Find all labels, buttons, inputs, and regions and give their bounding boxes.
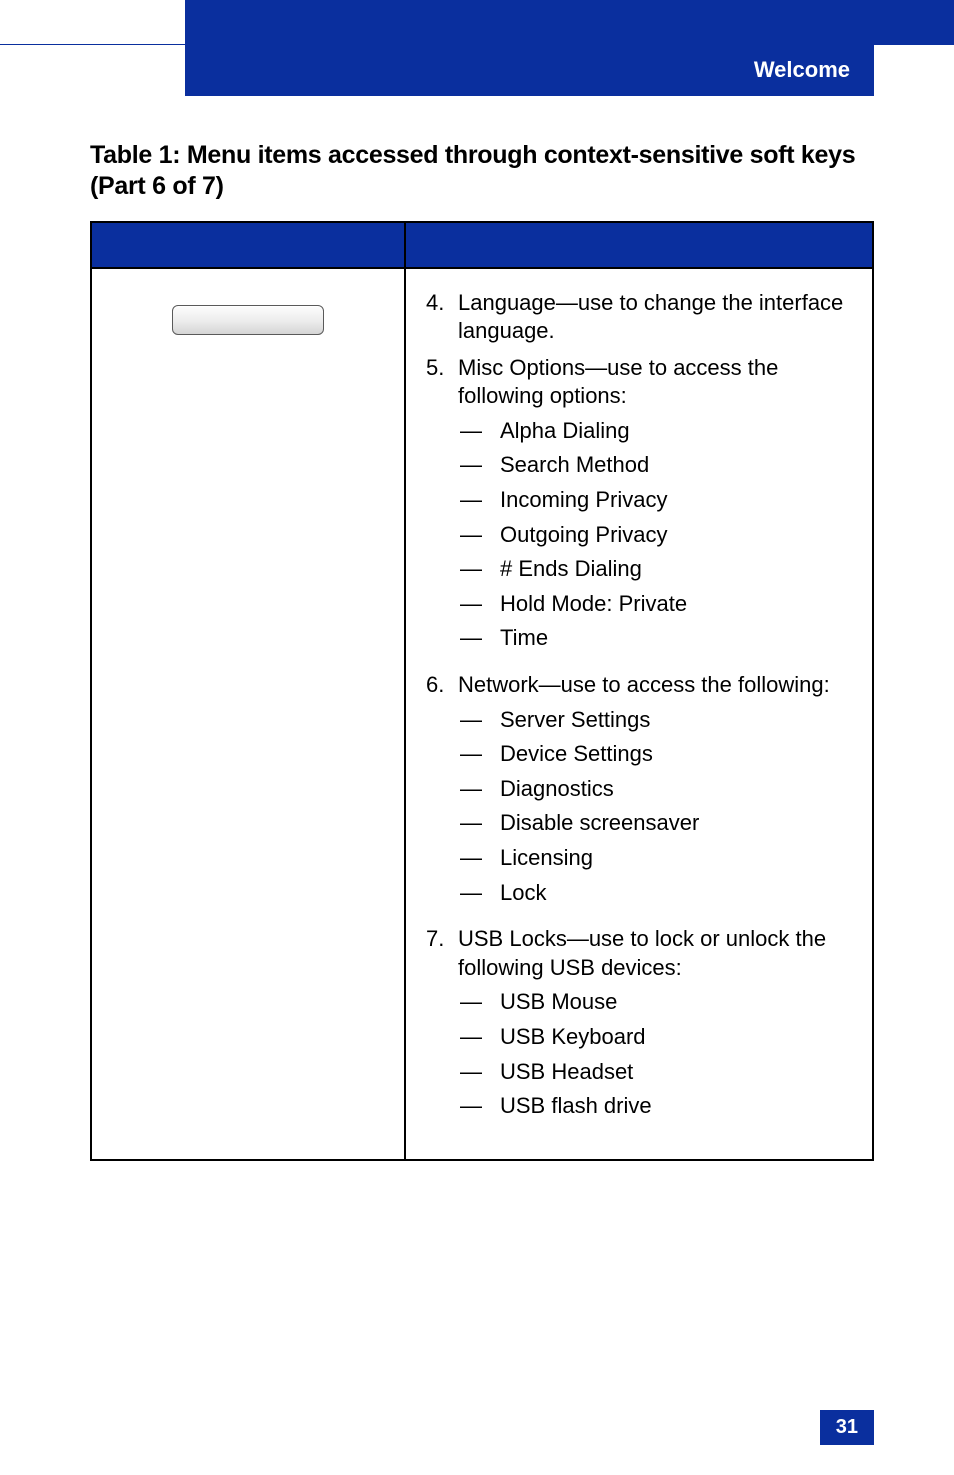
softkey-button-icon [172,305,324,335]
dash-icon: — [460,1092,500,1121]
table-cell-right: 4. Language—use to change the interface … [405,268,873,1160]
sub-list-item: —USB Keyboard [458,1023,854,1052]
dash-icon: — [460,521,500,550]
table-header-right [405,222,873,268]
sub-list-item: —USB Mouse [458,988,854,1017]
menu-item-list: 4. Language—use to change the interface … [406,289,854,1131]
sub-item-text: Disable screensaver [500,809,699,838]
page-number: 31 [820,1410,874,1445]
list-body: Network—use to access the following: —Se… [458,671,854,917]
list-text: USB Locks—use to lock or unlock the foll… [458,926,826,980]
list-text: Misc Options—use to access the following… [458,355,778,409]
sub-item-text: Alpha Dialing [500,417,630,446]
sub-list-item: —Licensing [458,844,854,873]
sub-list-item: —USB Headset [458,1058,854,1087]
sub-list-item: —Time [458,624,854,653]
page-number-value: 31 [836,1416,858,1438]
dash-icon: — [460,844,500,873]
dash-icon: — [460,1023,500,1052]
sub-list-item: —Outgoing Privacy [458,521,854,550]
sub-item-text: Lock [500,879,546,908]
sub-list-item: —Search Method [458,451,854,480]
sub-list-item: —# Ends Dialing [458,555,854,584]
top-band-cutout [0,0,185,44]
table-header-left [91,222,405,268]
sub-item-text: Incoming Privacy [500,486,668,515]
sub-list-item: —Device Settings [458,740,854,769]
dash-icon: — [460,706,500,735]
section-header: Welcome [185,44,874,96]
sub-item-text: Outgoing Privacy [500,521,668,550]
sub-list-item: — Disable screensaver [458,809,854,838]
dash-icon: — [460,417,500,446]
sub-list: —Alpha Dialing —Search Method —Incoming … [458,417,854,653]
list-item: 4. Language—use to change the interface … [406,289,854,346]
cell-content: 4. Language—use to change the interface … [406,269,872,1159]
sub-item-text: USB flash drive [500,1092,652,1121]
list-item: 7. USB Locks—use to lock or unlock the f… [406,925,854,1131]
sub-item-text: USB Keyboard [500,1023,646,1052]
sub-list-item: —Lock [458,879,854,908]
sub-item-text: Time [500,624,548,653]
sub-item-text: Server Settings [500,706,650,735]
list-number: 7. [426,925,458,1131]
sub-item-text: Licensing [500,844,593,873]
list-number: 5. [426,354,458,663]
sub-item-text: Diagnostics [500,775,614,804]
dash-icon: — [460,590,500,619]
list-text: Language—use to change the interface lan… [458,289,854,346]
sub-item-text: # Ends Dialing [500,555,642,584]
list-number: 4. [426,289,458,346]
sub-item-text: Device Settings [500,740,653,769]
dash-icon: — [460,988,500,1017]
list-body: Misc Options—use to access the following… [458,354,854,663]
sub-list-item: —Diagnostics [458,775,854,804]
dash-icon: — [460,451,500,480]
dash-icon: — [460,1058,500,1087]
sub-list-item: —Hold Mode: Private [458,590,854,619]
list-item: 6. Network—use to access the following: … [406,671,854,917]
dash-icon: — [460,775,500,804]
table-cell-left [91,268,405,1160]
list-item: 5. Misc Options—use to access the follow… [406,354,854,663]
page: Welcome Table 1: Menu items accessed thr… [0,0,954,1475]
dash-icon: — [460,555,500,584]
content-area: Table 1: Menu items accessed through con… [90,140,874,1161]
section-label: Welcome [754,57,850,83]
sub-item-text: Hold Mode: Private [500,590,687,619]
sub-list-item: — USB flash drive [458,1092,854,1121]
menu-table: 4. Language—use to change the interface … [90,221,874,1161]
sub-list-item: —Alpha Dialing [458,417,854,446]
sub-list-item: —Server Settings [458,706,854,735]
table-title: Table 1: Menu items accessed through con… [90,140,874,203]
sub-list: —Server Settings —Device Settings —Diagn… [458,706,854,908]
dash-icon: — [460,486,500,515]
dash-icon: — [460,624,500,653]
dash-icon: — [460,809,500,838]
sub-item-text: Search Method [500,451,649,480]
dash-icon: — [460,879,500,908]
sub-item-text: USB Mouse [500,988,617,1017]
sub-list: —USB Mouse —USB Keyboard —USB Headset — … [458,988,854,1120]
table-row: 4. Language—use to change the interface … [91,268,873,1160]
sub-list-item: —Incoming Privacy [458,486,854,515]
dash-icon: — [460,740,500,769]
list-text: Network—use to access the following: [458,672,830,697]
list-body: USB Locks—use to lock or unlock the foll… [458,925,854,1131]
list-number: 6. [426,671,458,917]
sub-item-text: USB Headset [500,1058,633,1087]
